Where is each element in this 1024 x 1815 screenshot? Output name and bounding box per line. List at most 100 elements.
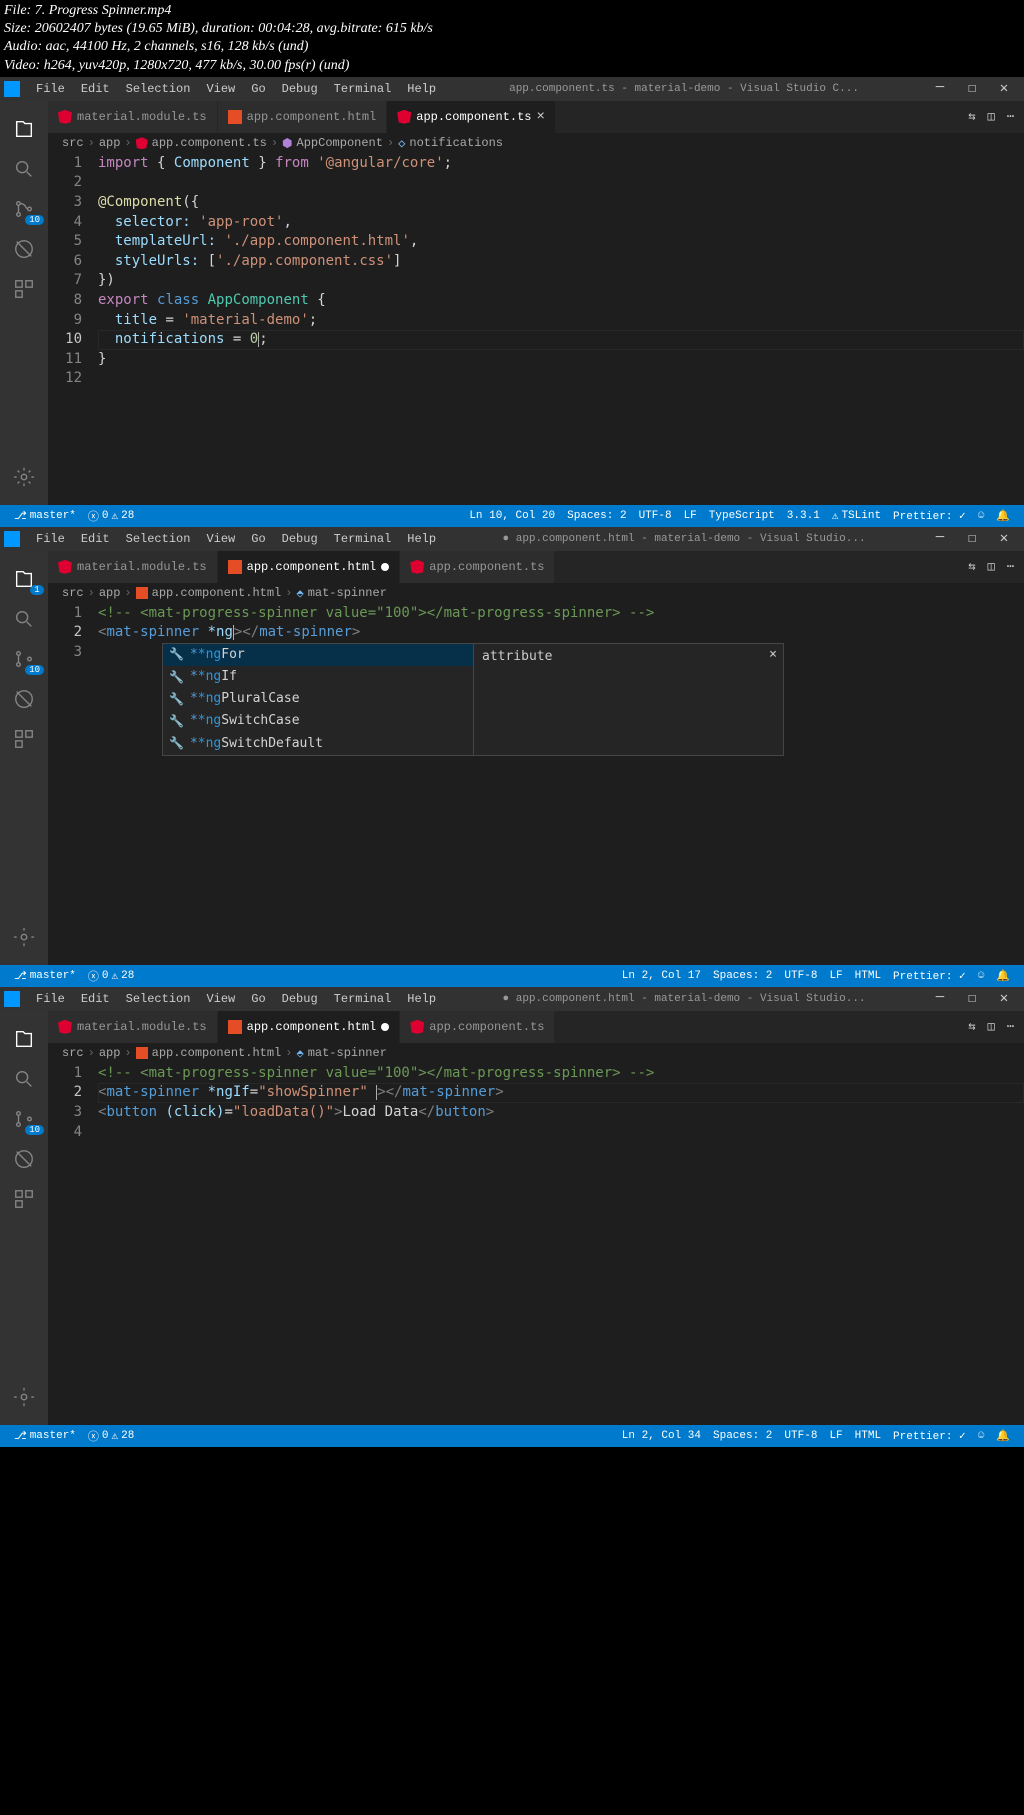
feedback-icon[interactable]: ☺ [972, 509, 991, 523]
menu-debug[interactable]: Debug [274, 82, 326, 96]
search-icon[interactable] [0, 149, 48, 189]
bell-icon[interactable]: 🔔 [990, 969, 1016, 983]
menu-help[interactable]: Help [399, 992, 444, 1006]
minimize-button[interactable]: ─ [924, 530, 956, 547]
branch-indicator[interactable]: ⎇ master* [8, 1429, 82, 1443]
debug-icon[interactable] [0, 679, 48, 719]
cursor-position[interactable]: Ln 10, Col 20 [463, 509, 561, 523]
feedback-icon[interactable]: ☺ [972, 1429, 991, 1443]
errors-indicator[interactable]: ⓧ 0 ⚠ 28 [82, 1428, 140, 1444]
feedback-icon[interactable]: ☺ [972, 969, 991, 983]
tab-app-component-html[interactable]: app.component.html [218, 101, 388, 133]
tab-material-module[interactable]: material.module.ts [48, 1011, 218, 1043]
settings-gear-icon[interactable] [0, 917, 48, 957]
minimize-button[interactable]: ─ [924, 990, 956, 1007]
ts-version[interactable]: 3.3.1 [781, 509, 826, 523]
menu-help[interactable]: Help [399, 82, 444, 96]
tslint-status[interactable]: ⚠ TSLint [826, 509, 887, 523]
split-editor-icon[interactable]: ◫ [988, 109, 995, 124]
cursor-position[interactable]: Ln 2, Col 34 [616, 1429, 707, 1443]
search-icon[interactable] [0, 1059, 48, 1099]
minimize-button[interactable]: ─ [924, 80, 956, 97]
menu-file[interactable]: File [28, 82, 73, 96]
split-editor-icon[interactable]: ◫ [988, 559, 995, 574]
maximize-button[interactable]: ☐ [956, 80, 988, 97]
breadcrumb[interactable]: src› app› app.component.ts› ⬢AppComponen… [48, 133, 1024, 154]
titlebar[interactable]: File Edit Selection View Go Debug Termin… [0, 527, 1024, 551]
eol[interactable]: LF [823, 969, 848, 983]
tab-material-module[interactable]: material.module.ts [48, 551, 218, 583]
extensions-icon[interactable] [0, 1179, 48, 1219]
bell-icon[interactable]: 🔔 [990, 509, 1016, 523]
split-editor-icon[interactable]: ◫ [988, 1019, 995, 1034]
close-button[interactable]: ✕ [988, 80, 1020, 97]
extensions-icon[interactable] [0, 269, 48, 309]
code-editor[interactable]: 123 <!-- <mat-progress-spinner value="10… [48, 604, 1024, 663]
close-tab-icon[interactable]: × [536, 109, 544, 125]
prettier-status[interactable]: Prettier: ✓ [887, 1429, 972, 1443]
settings-gear-icon[interactable] [0, 1377, 48, 1417]
autocomplete-item[interactable]: 🔧**ngSwitchCase [163, 710, 473, 732]
scm-icon[interactable]: 10 [0, 189, 48, 229]
errors-indicator[interactable]: ⓧ 0 ⚠ 28 [82, 508, 140, 524]
errors-indicator[interactable]: ⓧ 0 ⚠ 28 [82, 968, 140, 984]
menu-debug[interactable]: Debug [274, 532, 326, 546]
menu-go[interactable]: Go [243, 82, 273, 96]
breadcrumb[interactable]: src› app› app.component.html› ⬘mat-spinn… [48, 583, 1024, 604]
menu-edit[interactable]: Edit [73, 992, 118, 1006]
tab-app-component-ts[interactable]: app.component.ts [400, 1011, 555, 1043]
menu-help[interactable]: Help [399, 532, 444, 546]
menu-terminal[interactable]: Terminal [326, 992, 400, 1006]
maximize-button[interactable]: ☐ [956, 530, 988, 547]
eol[interactable]: LF [678, 509, 703, 523]
breadcrumb[interactable]: src› app› app.component.html› ⬘mat-spinn… [48, 1043, 1024, 1064]
more-icon[interactable]: ⋯ [1007, 559, 1014, 574]
menu-selection[interactable]: Selection [118, 532, 199, 546]
close-button[interactable]: ✕ [988, 990, 1020, 1007]
titlebar[interactable]: File Edit Selection View Go Debug Termin… [0, 987, 1024, 1011]
menu-selection[interactable]: Selection [118, 82, 199, 96]
menu-terminal[interactable]: Terminal [326, 532, 400, 546]
prettier-status[interactable]: Prettier: ✓ [887, 509, 972, 523]
explorer-icon[interactable] [0, 109, 48, 149]
menu-go[interactable]: Go [243, 532, 273, 546]
indentation[interactable]: Spaces: 2 [707, 1429, 778, 1443]
scm-icon[interactable]: 10 [0, 639, 48, 679]
code-editor[interactable]: 1234 <!-- <mat-progress-spinner value="1… [48, 1064, 1024, 1142]
menu-view[interactable]: View [198, 992, 243, 1006]
tab-app-component-ts[interactable]: app.component.ts [400, 551, 555, 583]
tab-app-component-html[interactable]: app.component.html [218, 551, 401, 583]
more-icon[interactable]: ⋯ [1007, 109, 1014, 124]
compare-icon[interactable]: ⇆ [968, 1019, 975, 1034]
explorer-icon[interactable] [0, 1019, 48, 1059]
menu-view[interactable]: View [198, 82, 243, 96]
scm-icon[interactable]: 10 [0, 1099, 48, 1139]
search-icon[interactable] [0, 599, 48, 639]
autocomplete-item[interactable]: 🔧**ngSwitchDefault [163, 733, 473, 755]
menu-file[interactable]: File [28, 532, 73, 546]
close-button[interactable]: ✕ [988, 530, 1020, 547]
autocomplete-item[interactable]: 🔧**ngPluralCase [163, 688, 473, 710]
settings-gear-icon[interactable] [0, 457, 48, 497]
menu-terminal[interactable]: Terminal [326, 82, 400, 96]
encoding[interactable]: UTF-8 [778, 969, 823, 983]
menu-go[interactable]: Go [243, 992, 273, 1006]
debug-icon[interactable] [0, 1139, 48, 1179]
autocomplete-item[interactable]: 🔧**ngIf [163, 666, 473, 688]
compare-icon[interactable]: ⇆ [968, 559, 975, 574]
compare-icon[interactable]: ⇆ [968, 109, 975, 124]
branch-indicator[interactable]: ⎇ master* [8, 509, 82, 523]
close-doc-icon[interactable]: × [769, 646, 777, 664]
debug-icon[interactable] [0, 229, 48, 269]
language-mode[interactable]: HTML [849, 1429, 887, 1443]
encoding[interactable]: UTF-8 [633, 509, 678, 523]
menu-selection[interactable]: Selection [118, 992, 199, 1006]
explorer-icon[interactable]: 1 [0, 559, 48, 599]
bell-icon[interactable]: 🔔 [990, 1429, 1016, 1443]
tab-app-component-ts[interactable]: app.component.ts× [387, 101, 556, 133]
titlebar[interactable]: File Edit Selection View Go Debug Termin… [0, 77, 1024, 101]
language-mode[interactable]: HTML [849, 969, 887, 983]
extensions-icon[interactable] [0, 719, 48, 759]
menu-edit[interactable]: Edit [73, 82, 118, 96]
menu-view[interactable]: View [198, 532, 243, 546]
